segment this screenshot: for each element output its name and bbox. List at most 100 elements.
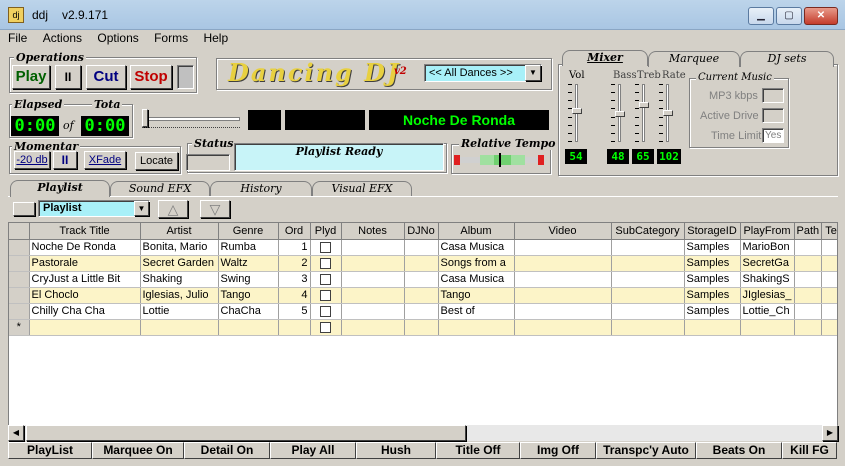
new-row[interactable]: *: [9, 319, 837, 336]
column-header[interactable]: PlayFrom: [740, 223, 795, 240]
cell-plyd[interactable]: [310, 287, 342, 304]
row-selector[interactable]: [9, 239, 30, 256]
played-checkbox[interactable]: [320, 257, 331, 269]
title-toggle-button[interactable]: Title Off: [436, 442, 520, 459]
detail-toggle-button[interactable]: Detail On: [184, 442, 270, 459]
stop-button[interactable]: Stop: [130, 65, 172, 89]
played-checkbox[interactable]: [320, 289, 331, 301]
cell-video[interactable]: [514, 303, 612, 320]
cell-ord[interactable]: 5: [278, 303, 311, 320]
beats-toggle-button[interactable]: Beats On: [696, 442, 782, 459]
tab-mixer[interactable]: Mixer: [562, 50, 648, 66]
playlist-select[interactable]: Playlist ▼: [38, 200, 150, 217]
cell-title[interactable]: CryJust a Little Bit: [29, 271, 141, 288]
column-header[interactable]: Te: [821, 223, 837, 240]
bass-slider[interactable]: [610, 84, 630, 142]
maximize-button[interactable]: ▢: [776, 7, 802, 25]
cell-plyd[interactable]: [310, 239, 342, 256]
table-row[interactable]: CryJust a Little Bit Shaking Swing 3 Casa Mu…: [9, 271, 837, 288]
cell-playfrom[interactable]: SecretGa: [740, 255, 795, 272]
slider-thumb[interactable]: [663, 110, 673, 116]
cell-sub[interactable]: [611, 287, 685, 304]
cell-video[interactable]: [514, 255, 612, 272]
cell-notes[interactable]: [341, 271, 405, 288]
move-up-button[interactable]: △: [158, 200, 188, 218]
cell-genre[interactable]: Tango: [218, 287, 279, 304]
cell-notes[interactable]: [341, 255, 405, 272]
cell-notes[interactable]: [341, 319, 405, 336]
cell-djno[interactable]: [404, 319, 439, 336]
cell-te[interactable]: [821, 319, 837, 336]
cell-path[interactable]: [794, 319, 822, 336]
cell-path[interactable]: [794, 271, 822, 288]
img-toggle-button[interactable]: Img Off: [520, 442, 596, 459]
close-button[interactable]: ✕: [804, 7, 838, 25]
locate-button[interactable]: Locate: [135, 152, 178, 170]
scroll-right-icon[interactable]: ▶: [822, 425, 838, 441]
table-row[interactable]: Noche De Ronda Bonita, Mario Rumba 1 Casa Mu…: [9, 239, 837, 256]
cell-album[interactable]: Tango: [438, 287, 515, 304]
cell-te[interactable]: [821, 255, 837, 272]
cell-te[interactable]: [821, 303, 837, 320]
column-header[interactable]: Path: [794, 223, 822, 240]
cell-path[interactable]: [794, 287, 822, 304]
cell-playfrom[interactable]: Lottie_Ch: [740, 303, 795, 320]
cell-video[interactable]: [514, 319, 612, 336]
cell-storage[interactable]: Samples: [684, 303, 741, 320]
cell-album[interactable]: [438, 319, 515, 336]
column-header[interactable]: StorageID: [684, 223, 741, 240]
cell-album[interactable]: Casa Musica: [438, 271, 515, 288]
column-header[interactable]: Track Title: [29, 223, 141, 240]
minus-20db-button[interactable]: -20 db: [14, 151, 50, 169]
xfade-button[interactable]: XFade: [84, 151, 126, 169]
position-slider-track[interactable]: [142, 117, 240, 121]
hush-button[interactable]: Hush: [356, 442, 436, 459]
cell-storage[interactable]: [684, 319, 741, 336]
cell-path[interactable]: [794, 255, 822, 272]
cell-artist[interactable]: Bonita, Mario: [140, 239, 219, 256]
tab-sound-efx[interactable]: Sound EFX: [110, 181, 210, 197]
tab-history[interactable]: History: [210, 181, 312, 197]
horizontal-scrollbar[interactable]: ◀ ▶: [8, 425, 838, 441]
pause-button[interactable]: II: [55, 65, 81, 89]
played-checkbox[interactable]: [320, 241, 331, 253]
cell-djno[interactable]: [404, 271, 439, 288]
cell-storage[interactable]: Samples: [684, 287, 741, 304]
cell-te[interactable]: [821, 239, 837, 256]
cell-genre[interactable]: [218, 319, 279, 336]
played-checkbox[interactable]: [320, 273, 331, 285]
folder-button[interactable]: [13, 202, 35, 216]
cell-artist[interactable]: Lottie: [140, 303, 219, 320]
marquee-toggle-button[interactable]: Marquee On: [92, 442, 184, 459]
cell-ord[interactable]: [278, 319, 311, 336]
menu-actions[interactable]: Actions: [43, 30, 82, 46]
cell-sub[interactable]: [611, 255, 685, 272]
time-limit-field[interactable]: Yes: [762, 128, 784, 143]
slider-thumb[interactable]: [615, 111, 625, 118]
cell-video[interactable]: [514, 271, 612, 288]
cell-artist[interactable]: Iglesias, Julio: [140, 287, 219, 304]
tab-playlist[interactable]: Playlist: [10, 180, 110, 197]
row-selector[interactable]: [9, 287, 30, 304]
cell-te[interactable]: [821, 271, 837, 288]
column-header[interactable]: Genre: [218, 223, 279, 240]
cut-button[interactable]: Cut: [86, 65, 126, 89]
cell-title[interactable]: El Choclo: [29, 287, 141, 304]
cell-path[interactable]: [794, 303, 822, 320]
cell-title[interactable]: Noche De Ronda: [29, 239, 141, 256]
treb-slider[interactable]: [634, 84, 654, 142]
cell-plyd[interactable]: [310, 271, 342, 288]
cell-artist[interactable]: [140, 319, 219, 336]
cell-genre[interactable]: Waltz: [218, 255, 279, 272]
cell-plyd[interactable]: [310, 319, 342, 336]
play-button[interactable]: Play: [12, 65, 50, 89]
cell-storage[interactable]: Samples: [684, 239, 741, 256]
playlist-toggle-button[interactable]: PlayList: [8, 442, 92, 459]
chevron-down-icon[interactable]: ▼: [525, 65, 541, 81]
column-header[interactable]: SubCategory: [611, 223, 685, 240]
tab-marquee[interactable]: Marquee: [648, 51, 740, 67]
move-down-button[interactable]: ▽: [200, 200, 230, 218]
cell-album[interactable]: Casa Musica: [438, 239, 515, 256]
cell-playfrom[interactable]: JIglesias_: [740, 287, 795, 304]
cell-sub[interactable]: [611, 303, 685, 320]
